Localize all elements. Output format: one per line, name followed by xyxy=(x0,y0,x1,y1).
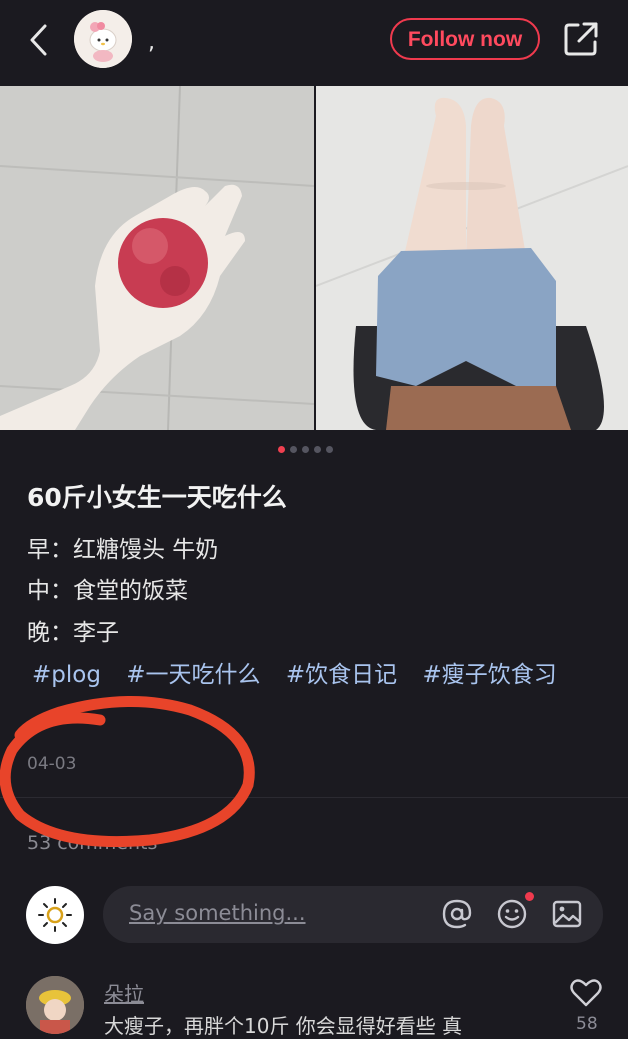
post-line-lunch: 中：食堂的饭菜 xyxy=(27,578,188,604)
post-line-breakfast: 早：红糖馒头 牛奶 xyxy=(27,537,219,563)
follow-button[interactable]: Follow now xyxy=(390,18,540,60)
photo-hand-holding-plum xyxy=(0,86,314,430)
carousel-dot-active xyxy=(278,446,285,453)
notification-dot xyxy=(525,892,534,901)
author-name[interactable]: , xyxy=(148,30,155,55)
top-bar: , Follow now xyxy=(0,0,628,86)
user-avatar[interactable] xyxy=(26,886,84,944)
post-title: 60斤小女生一天吃什么 xyxy=(27,483,287,512)
comment-input[interactable]: Say something... xyxy=(103,886,603,943)
post-image-carousel[interactable] xyxy=(0,86,628,430)
carousel-dot xyxy=(290,446,297,453)
at-icon[interactable] xyxy=(441,898,473,930)
carousel-dot xyxy=(326,446,333,453)
commenter-name[interactable]: 朵拉 xyxy=(104,978,144,1007)
hashtag-link[interactable]: #一天吃什么 xyxy=(126,662,260,688)
commenter-avatar[interactable] xyxy=(26,976,84,1034)
sun-icon xyxy=(38,898,72,932)
annotation-circle xyxy=(0,696,255,848)
hashtag-link[interactable]: #饮食日记 xyxy=(286,662,397,688)
carousel-dot xyxy=(302,446,309,453)
chevron-left-icon[interactable] xyxy=(24,22,56,58)
comment-input-placeholder: Say something... xyxy=(129,901,306,925)
carousel-dot xyxy=(314,446,321,453)
heart-icon[interactable] xyxy=(570,978,602,1008)
carousel-indicator xyxy=(278,446,338,454)
like-count: 58 xyxy=(576,1014,598,1034)
hashtag-link[interactable]: #瘦子饮食习 xyxy=(422,662,556,688)
photo-sitting-legs xyxy=(316,86,628,430)
comment-text: 大瘦子，再胖个10斤 你会显得好看些 真 xyxy=(104,1014,463,1038)
emoji-icon[interactable] xyxy=(496,898,528,930)
post-line-dinner: 晚：李子 xyxy=(27,620,119,646)
post-tags: #plog #一天吃什么 #饮食日记 #瘦子饮食习 xyxy=(32,655,612,689)
author-avatar[interactable] xyxy=(74,10,132,68)
image-icon[interactable] xyxy=(551,898,583,930)
share-icon[interactable] xyxy=(562,20,600,58)
hashtag-link[interactable]: #plog xyxy=(32,662,101,688)
